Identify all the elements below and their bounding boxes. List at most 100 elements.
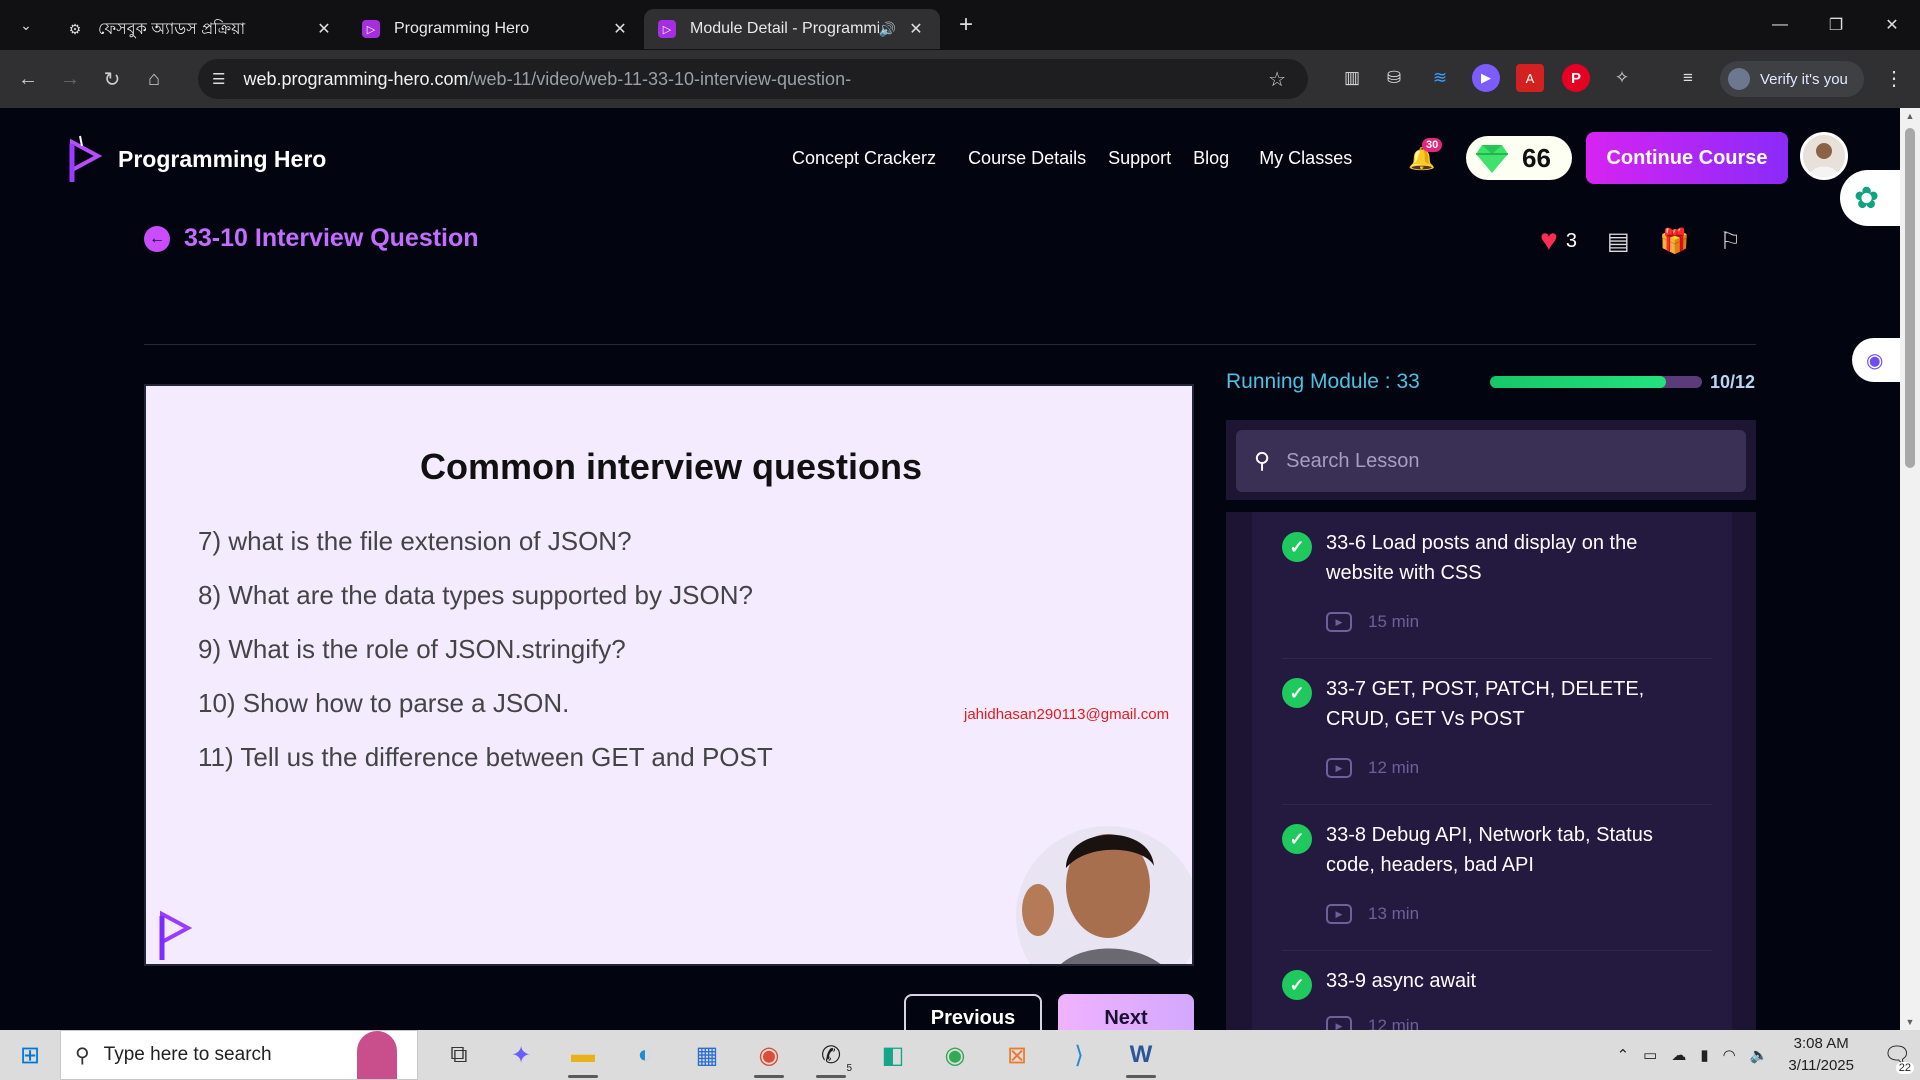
word-icon[interactable]: W [1110,1030,1172,1080]
question-item: 10) Show how to parse a JSON. [198,688,570,718]
nav-concept-crackerz[interactable]: Concept Crackerz [792,148,936,169]
module-progress-bar [1490,376,1702,388]
wifi-icon[interactable]: ◠ [1723,1046,1736,1064]
gift-icon[interactable]: 🎁 [1660,227,1690,256]
scroll-down-icon[interactable]: ▼ [1905,1017,1915,1027]
volume-icon[interactable]: 🔈 [1750,1046,1769,1064]
tab-module-detail[interactable]: ▷ Module Detail - Programmi 🔊 ✕ [644,9,940,49]
restore-icon[interactable]: ❐ [1808,0,1864,50]
video-icon: ▶ [1326,758,1352,778]
ai-brain-helper-icon[interactable]: ◉ [1852,338,1900,382]
microsoft-store-icon[interactable]: ▦ [676,1030,738,1080]
windows-start-icon[interactable]: ⊞ [0,1030,60,1080]
lesson-duration: ▶ 15 min [1326,612,1419,632]
home-icon[interactable]: ⌂ [136,61,172,97]
forward-icon[interactable]: → [52,61,88,97]
nav-blog[interactable]: Blog [1193,148,1229,169]
tab-facebook-ads[interactable]: ⚙ ফেসবুক অ্যাডস প্রক্রিয়া ✕ [52,9,348,49]
browser-window: ⌄ ⚙ ফেসবুক অ্যাডস প্রক্রিয়া ✕ ▷ Program… [0,0,1920,1080]
video-icon: ▶ [1326,1016,1352,1030]
profile-icon [1728,68,1750,90]
battery-icon[interactable]: ▮ [1700,1046,1708,1064]
heart-icon[interactable]: ♥ [1540,224,1558,258]
brand-logo[interactable]: Programming Hero [64,134,326,184]
page-scrollbar[interactable]: ▲ ▼ [1900,108,1920,1030]
xampp-icon[interactable]: ⊠ [986,1030,1048,1080]
close-icon[interactable]: ✕ [610,19,630,39]
edge-icon[interactable]: ◐ [614,1030,676,1080]
bookmark-icon[interactable]: ⚐ [1720,227,1742,256]
tab-title: Programming Hero [394,20,530,37]
back-arrow-icon[interactable]: ← [144,225,170,252]
watermark-email: jahidhasan290113@gmail.com [964,706,1170,723]
profile-verify-button[interactable]: Verify it's you [1720,61,1864,97]
pycharm-icon[interactable]: ◧ [862,1030,924,1080]
tab-programming-hero[interactable]: ▷ Programming Hero ✕ [348,9,644,49]
tab-search-button[interactable]: ⌄ [0,0,52,50]
close-window-icon[interactable]: ✕ [1864,0,1920,50]
more-menu-icon[interactable]: ⋮ [1884,66,1904,91]
chrome-icon[interactable]: ◉ [738,1030,800,1080]
nav-course-details[interactable]: Course Details [968,148,1086,169]
running-module-label: Running Module : 33 [1226,370,1420,393]
file-explorer-icon[interactable]: ▬ [552,1030,614,1080]
notification-center-icon[interactable]: 🗨 22 [1874,1042,1920,1074]
close-icon[interactable]: ✕ [906,19,926,39]
minimize-icon[interactable]: — [1752,0,1808,50]
lesson-separator [1282,804,1712,805]
chatgpt-helper-icon[interactable]: ✿ [1840,170,1900,226]
media-control-icon[interactable]: ≡ [1674,64,1702,92]
bookmark-star-icon[interactable]: ☆ [1268,67,1286,92]
onedrive-icon[interactable]: ☁ [1671,1046,1686,1064]
system-clock[interactable]: 3:08 AM 3/11/2025 [1788,1033,1854,1077]
search-field[interactable]: ⚲ [1236,430,1746,492]
copilot-icon[interactable]: ✦ [490,1030,552,1080]
extension-icon[interactable]: ▶ [1472,64,1500,92]
reading-mode-icon[interactable]: ▥ [1338,64,1366,92]
gems-counter[interactable]: 66 [1466,136,1572,180]
task-view-icon[interactable]: ⧉ [428,1030,490,1080]
chevron-up-icon[interactable]: ⌃ [1617,1046,1630,1064]
video-player[interactable]: Common interview questions 7) what is th… [144,384,1194,966]
clock-time: 3:08 AM [1793,1035,1849,1052]
reload-icon[interactable]: ↻ [94,61,130,97]
whatsapp-icon[interactable]: ✆ 5 [800,1030,862,1080]
duration-text: 15 min [1368,612,1420,631]
lesson-separator [1282,950,1712,951]
extension-icon[interactable]: ≋ [1426,64,1454,92]
meet-icon[interactable]: ▭ [1643,1046,1657,1064]
pinterest-icon[interactable]: P [1562,64,1590,92]
back-icon[interactable]: ← [10,61,46,97]
header-divider [144,344,1756,345]
programming-hero-icon: ▷ [658,20,676,38]
user-avatar[interactable] [1800,132,1848,180]
continue-course-button[interactable]: Continue Course [1586,132,1788,184]
pdf-extension-icon[interactable]: A [1516,64,1544,92]
like-count: 3 [1565,229,1577,252]
gear-icon: ⚙ [68,20,82,37]
next-button[interactable]: Next [1058,994,1194,1030]
taskbar-search[interactable]: ⚲ Type here to search [60,1030,418,1080]
scrollbar-thumb[interactable] [1905,128,1915,468]
notification-bell-icon[interactable]: 🔔 30 [1408,138,1443,174]
chrome-profile-icon[interactable]: ◉ [924,1030,986,1080]
scroll-up-icon[interactable]: ▲ [1905,111,1915,121]
url-host: web.programming-hero.com [243,68,469,89]
notes-icon[interactable]: ▤ [1607,227,1630,256]
progress-fill [1490,376,1666,388]
extensions-puzzle-icon[interactable]: ✧ [1608,64,1636,92]
vscode-icon[interactable]: ⟩ [1048,1030,1110,1080]
nav-support[interactable]: Support [1108,148,1171,169]
previous-button[interactable]: Previous [904,994,1042,1030]
new-tab-button[interactable]: + [946,11,986,39]
diamond-icon [1476,145,1508,173]
search-input[interactable] [1286,449,1727,473]
gems-value: 66 [1522,142,1551,173]
address-bar[interactable]: ☰ web.programming-hero.com/web-11/video/… [198,59,1308,99]
nav-my-classes[interactable]: My Classes [1259,148,1352,169]
check-icon: ✓ [1282,824,1312,854]
site-info-icon[interactable]: ☰ [212,70,225,88]
extension-icon[interactable]: ⛁ [1380,64,1408,92]
speaker-icon[interactable]: 🔊 [879,21,896,38]
close-icon[interactable]: ✕ [314,19,334,39]
